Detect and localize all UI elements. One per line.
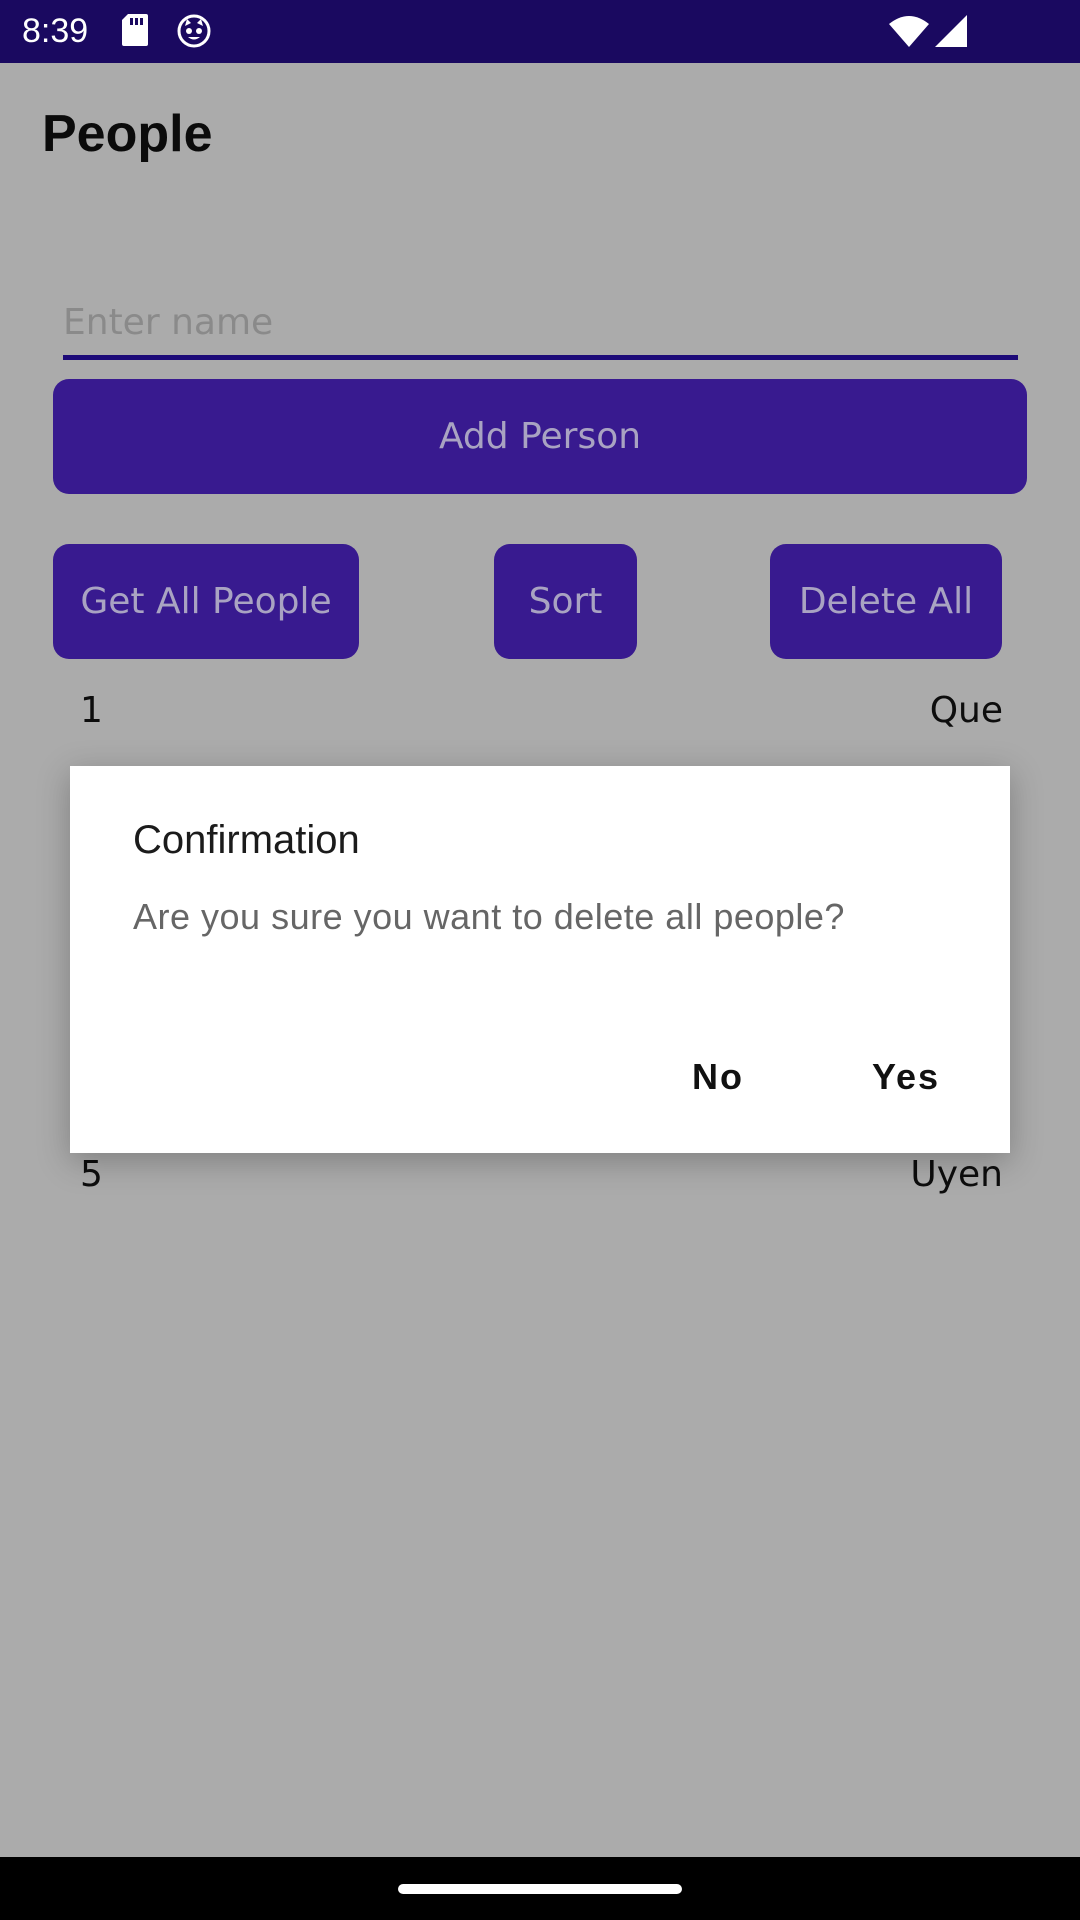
sort-button[interactable]: Sort — [494, 544, 637, 659]
person-name: Que — [929, 690, 1003, 731]
dialog-title: Confirmation — [133, 818, 360, 862]
person-id: 5 — [80, 1154, 103, 1195]
yes-button[interactable]: Yes — [872, 1056, 940, 1098]
get-all-people-button[interactable]: Get All People — [53, 544, 359, 659]
signal-icon — [934, 14, 968, 52]
name-input[interactable] — [63, 290, 1018, 360]
add-person-button[interactable]: Add Person — [53, 379, 1027, 494]
confirmation-dialog: Confirmation Are you sure you want to de… — [70, 766, 1010, 1153]
person-name: Uyen — [910, 1154, 1003, 1195]
page-title: People — [42, 105, 213, 163]
status-time: 8:39 — [22, 12, 89, 50]
delete-all-button[interactable]: Delete All — [770, 544, 1002, 659]
no-button[interactable]: No — [692, 1056, 744, 1098]
navigation-bar — [0, 1857, 1080, 1920]
home-handle[interactable] — [398, 1884, 682, 1894]
sd-card-icon — [120, 12, 150, 52]
wifi-icon — [888, 14, 930, 52]
person-id: 1 — [80, 690, 103, 731]
cat-face-icon — [176, 12, 212, 52]
dialog-message: Are you sure you want to delete all peop… — [133, 896, 845, 937]
status-bar: 8:39 — [0, 0, 1080, 63]
